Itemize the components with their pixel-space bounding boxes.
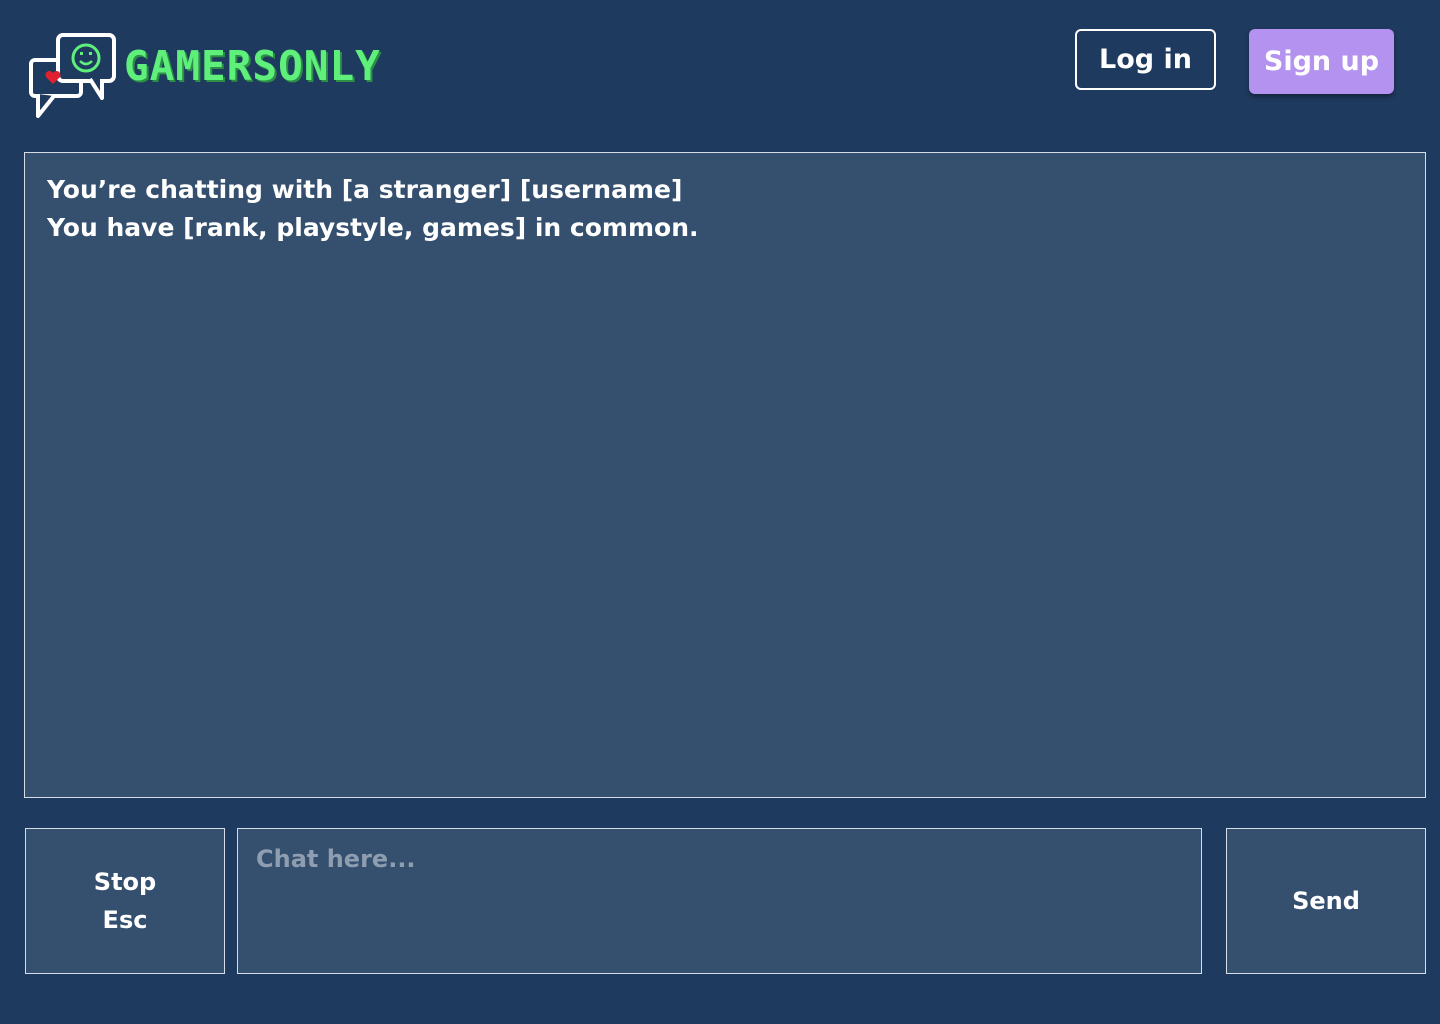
send-button[interactable]: Send: [1226, 828, 1426, 974]
logo[interactable]: GAMERSONLY: [28, 32, 381, 122]
chat-bubbles-icon: [29, 33, 116, 118]
chat-input[interactable]: [237, 828, 1202, 974]
stop-label: Stop: [93, 868, 157, 896]
login-button[interactable]: Log in: [1075, 29, 1216, 90]
signup-button[interactable]: Sign up: [1249, 29, 1394, 94]
chat-log[interactable]: You’re chatting with [a stranger] [usern…: [24, 152, 1426, 798]
stop-shortcut-label: Esc: [102, 906, 148, 934]
logo-text: GAMERSONLY: [124, 41, 381, 90]
stop-button[interactable]: Stop Esc: [25, 828, 225, 974]
chat-common-line: You have [rank, playstyle, games] in com…: [47, 213, 699, 242]
chat-status-line: You’re chatting with [a stranger] [usern…: [47, 175, 683, 204]
